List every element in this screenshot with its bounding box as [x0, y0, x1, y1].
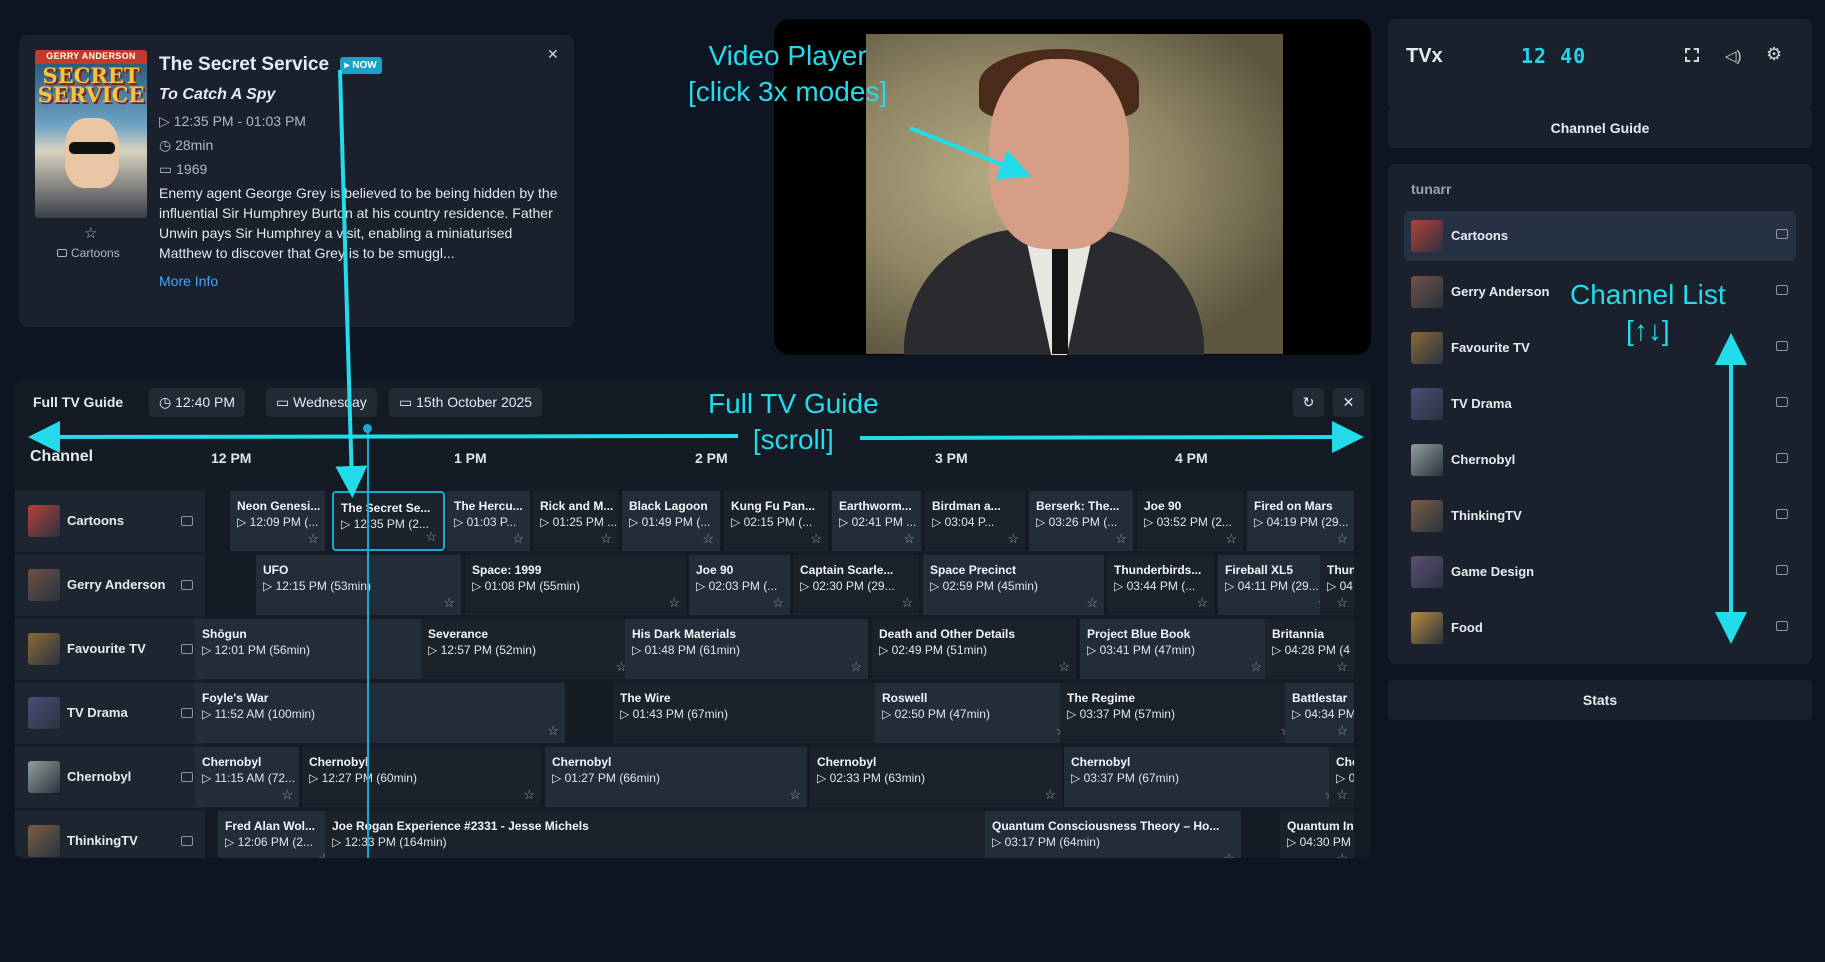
annotation-arrows	[28, 69, 1747, 644]
